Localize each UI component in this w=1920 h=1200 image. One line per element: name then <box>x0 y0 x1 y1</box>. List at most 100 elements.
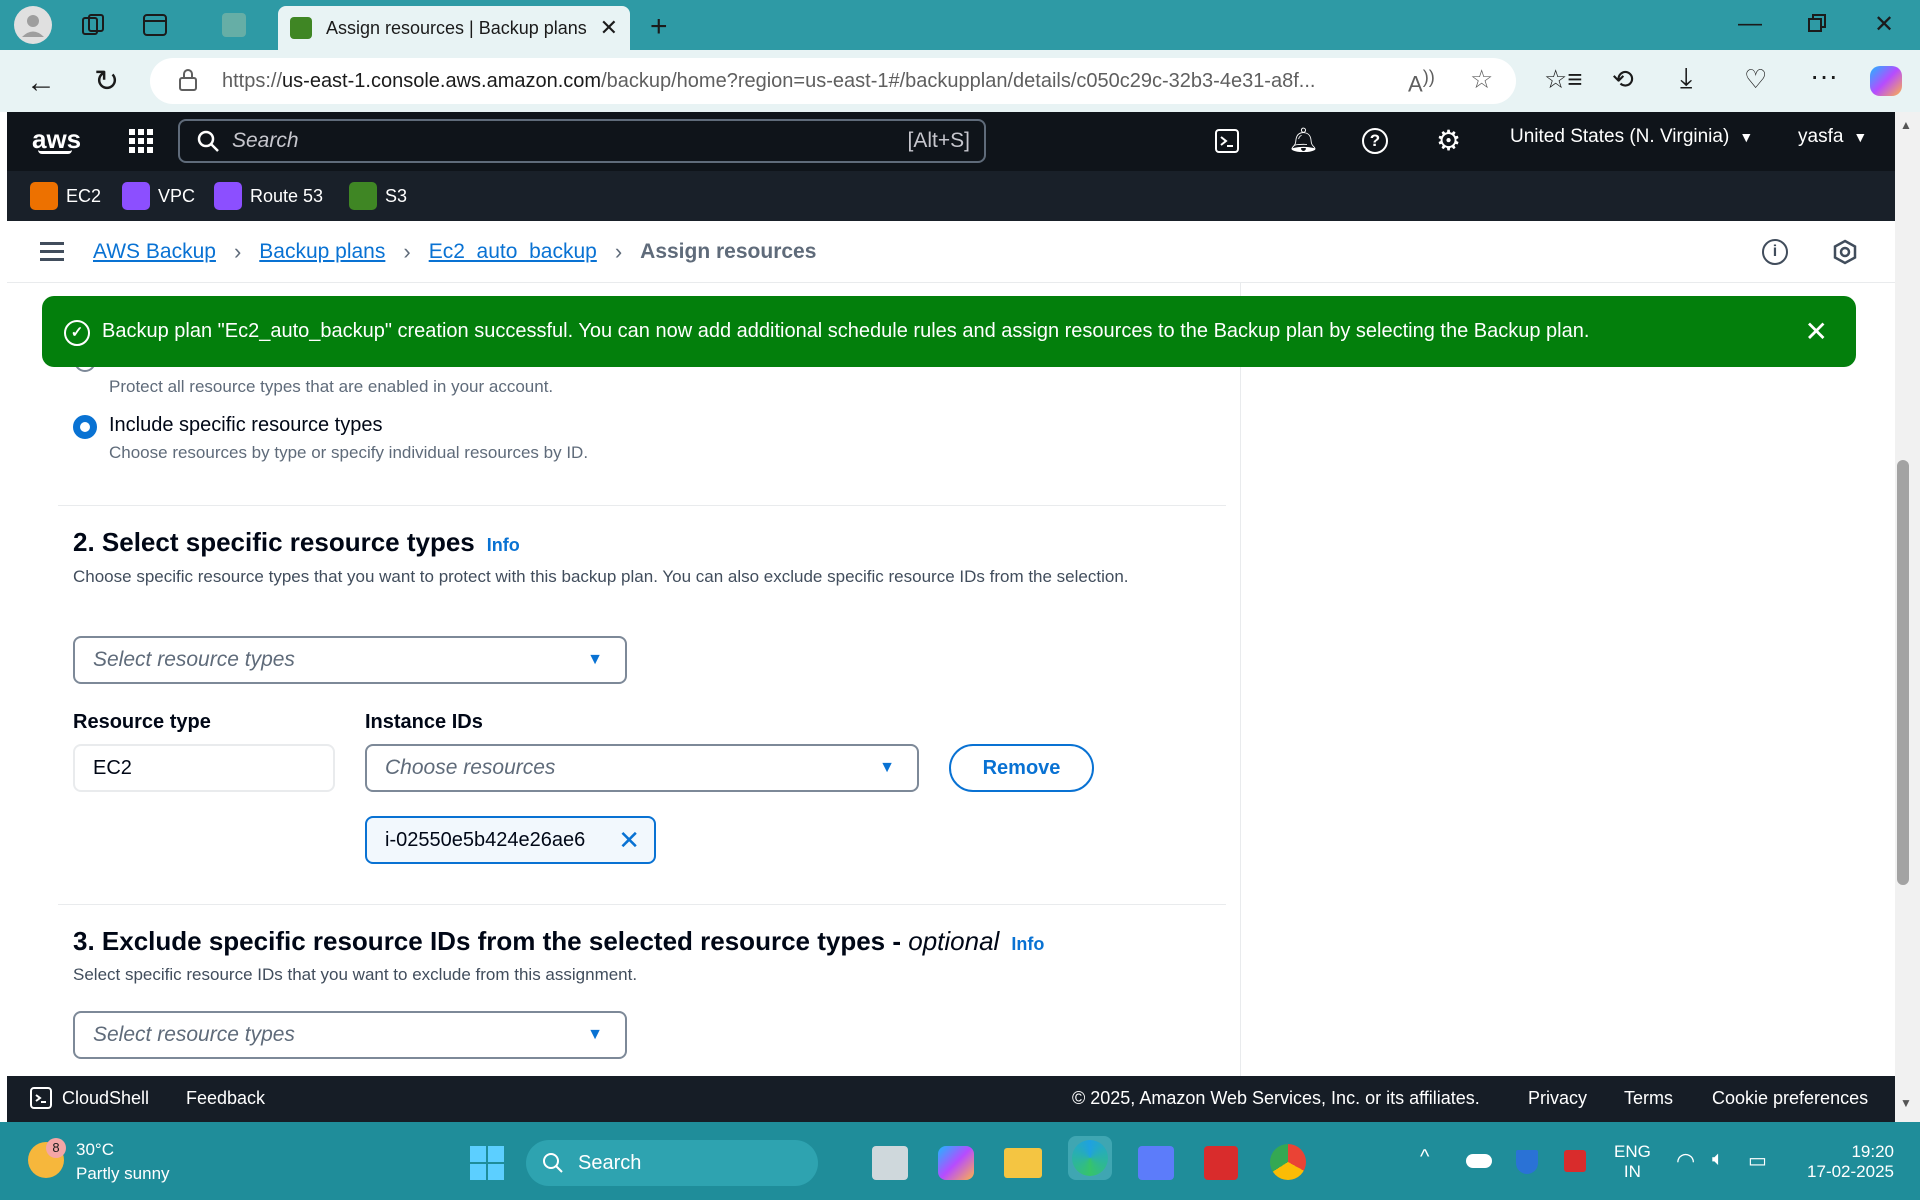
fav-ec2[interactable]: EC2 <box>30 182 101 210</box>
onedrive-icon[interactable] <box>1466 1154 1492 1168</box>
notifications-bell-icon[interactable]: 🔔︎ <box>1288 126 1318 155</box>
info-panel-icon[interactable]: i <box>1762 239 1788 265</box>
footer-terms[interactable]: Terms <box>1624 1088 1673 1109</box>
weather-condition[interactable]: Partly sunny <box>76 1164 170 1184</box>
volume-muted-icon[interactable]: 🔈︎ <box>1712 1148 1724 1171</box>
section2-info-link[interactable]: Info <box>487 535 520 556</box>
copilot-icon[interactable] <box>1870 66 1902 96</box>
caret-down-icon: ▼ <box>587 1026 603 1043</box>
search-icon <box>543 1153 563 1173</box>
footer-cloudshell[interactable]: CloudShell <box>30 1087 149 1109</box>
caret-down-icon: ▼ <box>879 759 895 776</box>
close-window-icon[interactable]: ✕ <box>1874 10 1894 39</box>
help-icon[interactable]: ? <box>1362 128 1388 154</box>
notifications-panel-icon[interactable] <box>1832 239 1858 265</box>
minimize-icon[interactable]: — <box>1738 10 1762 38</box>
restore-icon[interactable] <box>1808 14 1826 32</box>
search-shortcut: [Alt+S] <box>907 129 970 152</box>
success-check-icon: ✓ <box>64 320 90 346</box>
scrollbar-thumb[interactable] <box>1897 460 1909 885</box>
tray-expand-icon[interactable]: ^ <box>1420 1146 1429 1169</box>
radio-specific-resource-types[interactable] <box>73 415 97 439</box>
account-menu[interactable]: yasfa ▼ <box>1798 126 1867 148</box>
option-specific-description: Choose resources by type or specify indi… <box>109 443 589 462</box>
battery-icon[interactable]: ▭ <box>1748 1148 1767 1173</box>
section3-info-link[interactable]: Info <box>1011 934 1044 955</box>
downloads-icon[interactable]: ⤓ <box>1680 62 1692 95</box>
option-all-description: Protect all resource types that are enab… <box>109 377 554 396</box>
task-view-icon[interactable] <box>872 1146 908 1180</box>
choose-resources-dropdown[interactable]: Choose resources ▼ <box>365 744 919 792</box>
clock[interactable]: 19:20 17-02-2025 <box>1794 1142 1894 1182</box>
scroll-up-icon[interactable]: ▲ <box>1900 118 1912 132</box>
read-aloud-icon[interactable]: A)) <box>1408 66 1435 97</box>
resource-type-label: Resource type <box>73 711 211 733</box>
breadcrumb-aws-backup[interactable]: AWS Backup <box>93 240 216 264</box>
token-label: i-02550e5b424e26ae6 <box>385 828 586 851</box>
inactive-tab-favicon-icon[interactable] <box>222 13 246 37</box>
history-icon[interactable]: ⟲ <box>1612 64 1634 95</box>
services-grid-icon[interactable] <box>128 128 154 154</box>
mcafee-icon[interactable] <box>1204 1146 1238 1180</box>
favorites-icon[interactable]: ☆≡ <box>1544 64 1582 95</box>
console-footer <box>7 1076 1895 1122</box>
url-path: /backup/home?region=us-east-1#/backuppla… <box>601 69 1316 92</box>
instance-ids-label: Instance IDs <box>365 711 483 733</box>
remote-desktop-icon[interactable] <box>1138 1146 1174 1180</box>
section2-description: Choose specific resource types that you … <box>73 567 1129 586</box>
flash-message: Backup plan "Ec2_auto_backup" creation s… <box>102 320 1590 342</box>
footer-privacy[interactable]: Privacy <box>1528 1088 1587 1109</box>
wifi-icon[interactable]: ◠ <box>1676 1148 1695 1174</box>
section-divider <box>58 505 1226 506</box>
hamburger-menu-icon[interactable] <box>40 240 64 262</box>
mcafee-tray-icon[interactable] <box>1564 1150 1586 1172</box>
breadcrumb-current: Assign resources <box>640 240 817 263</box>
scroll-down-icon[interactable]: ▼ <box>1900 1096 1912 1110</box>
footer-cookie-preferences[interactable]: Cookie preferences <box>1712 1088 1868 1109</box>
search-placeholder: Search <box>232 129 299 152</box>
new-tab-icon[interactable]: + <box>650 10 668 44</box>
settings-gear-icon[interactable]: ⚙ <box>1436 124 1461 157</box>
breadcrumb-backup-plans[interactable]: Backup plans <box>259 240 385 264</box>
section3-title: 3. Exclude specific resource IDs from th… <box>73 926 909 956</box>
defender-icon[interactable] <box>1516 1150 1538 1174</box>
tab-actions-icon[interactable] <box>142 13 168 37</box>
exclude-resource-types-dropdown[interactable]: Select resource types ▼ <box>73 1011 627 1059</box>
copilot-app-icon[interactable] <box>938 1146 974 1180</box>
cloudshell-icon[interactable] <box>1214 128 1240 154</box>
tab-close-icon[interactable]: ✕ <box>600 15 618 41</box>
breadcrumb-ec2-auto-backup[interactable]: Ec2_auto_backup <box>429 240 597 264</box>
token-dismiss-icon[interactable]: ✕ <box>618 825 640 856</box>
language-indicator[interactable]: ENG IN <box>1614 1142 1651 1182</box>
column-divider <box>1240 283 1241 1076</box>
remove-button[interactable]: Remove <box>949 744 1094 792</box>
taskbar-search[interactable]: Search <box>526 1140 818 1186</box>
section3-optional: optional <box>908 926 1000 956</box>
aws-search-input[interactable]: Search [Alt+S] <box>178 119 986 163</box>
flash-dismiss-icon[interactable]: ✕ <box>1805 315 1828 348</box>
weather-badge: 8 <box>46 1138 66 1158</box>
success-flashbar: Backup plan "Ec2_auto_backup" creation s… <box>42 296 1856 367</box>
fav-route53[interactable]: Route 53 <box>214 182 323 210</box>
file-explorer-icon[interactable] <box>1004 1148 1042 1178</box>
back-icon[interactable]: ← <box>26 66 56 100</box>
select-resource-types-dropdown[interactable]: Select resource types ▼ <box>73 636 627 684</box>
more-icon[interactable]: ··· <box>1810 60 1838 92</box>
profile-avatar[interactable] <box>14 6 52 44</box>
browser-essentials-icon[interactable]: ♡ <box>1744 64 1767 95</box>
caret-down-icon: ▼ <box>1853 129 1868 145</box>
windows-start-icon[interactable] <box>470 1146 504 1180</box>
fav-s3[interactable]: S3 <box>349 182 407 210</box>
address-bar[interactable]: https://us-east-1.console.aws.amazon.com… <box>150 58 1516 104</box>
weather-temp[interactable]: 30°C <box>76 1140 114 1160</box>
favorite-star-icon[interactable]: ☆ <box>1470 64 1493 95</box>
region-selector[interactable]: United States (N. Virginia) ▼ <box>1510 126 1753 148</box>
lock-icon[interactable] <box>178 68 198 92</box>
tab-assign-resources[interactable]: Assign resources | Backup plans | ✕ <box>278 6 630 50</box>
workspaces-icon[interactable] <box>80 12 106 38</box>
tab-title: Assign resources | Backup plans | <box>326 17 590 38</box>
refresh-icon[interactable]: ↻ <box>94 64 119 99</box>
chrome-icon[interactable] <box>1270 1144 1306 1180</box>
footer-feedback[interactable]: Feedback <box>186 1088 265 1109</box>
fav-vpc[interactable]: VPC <box>122 182 195 210</box>
